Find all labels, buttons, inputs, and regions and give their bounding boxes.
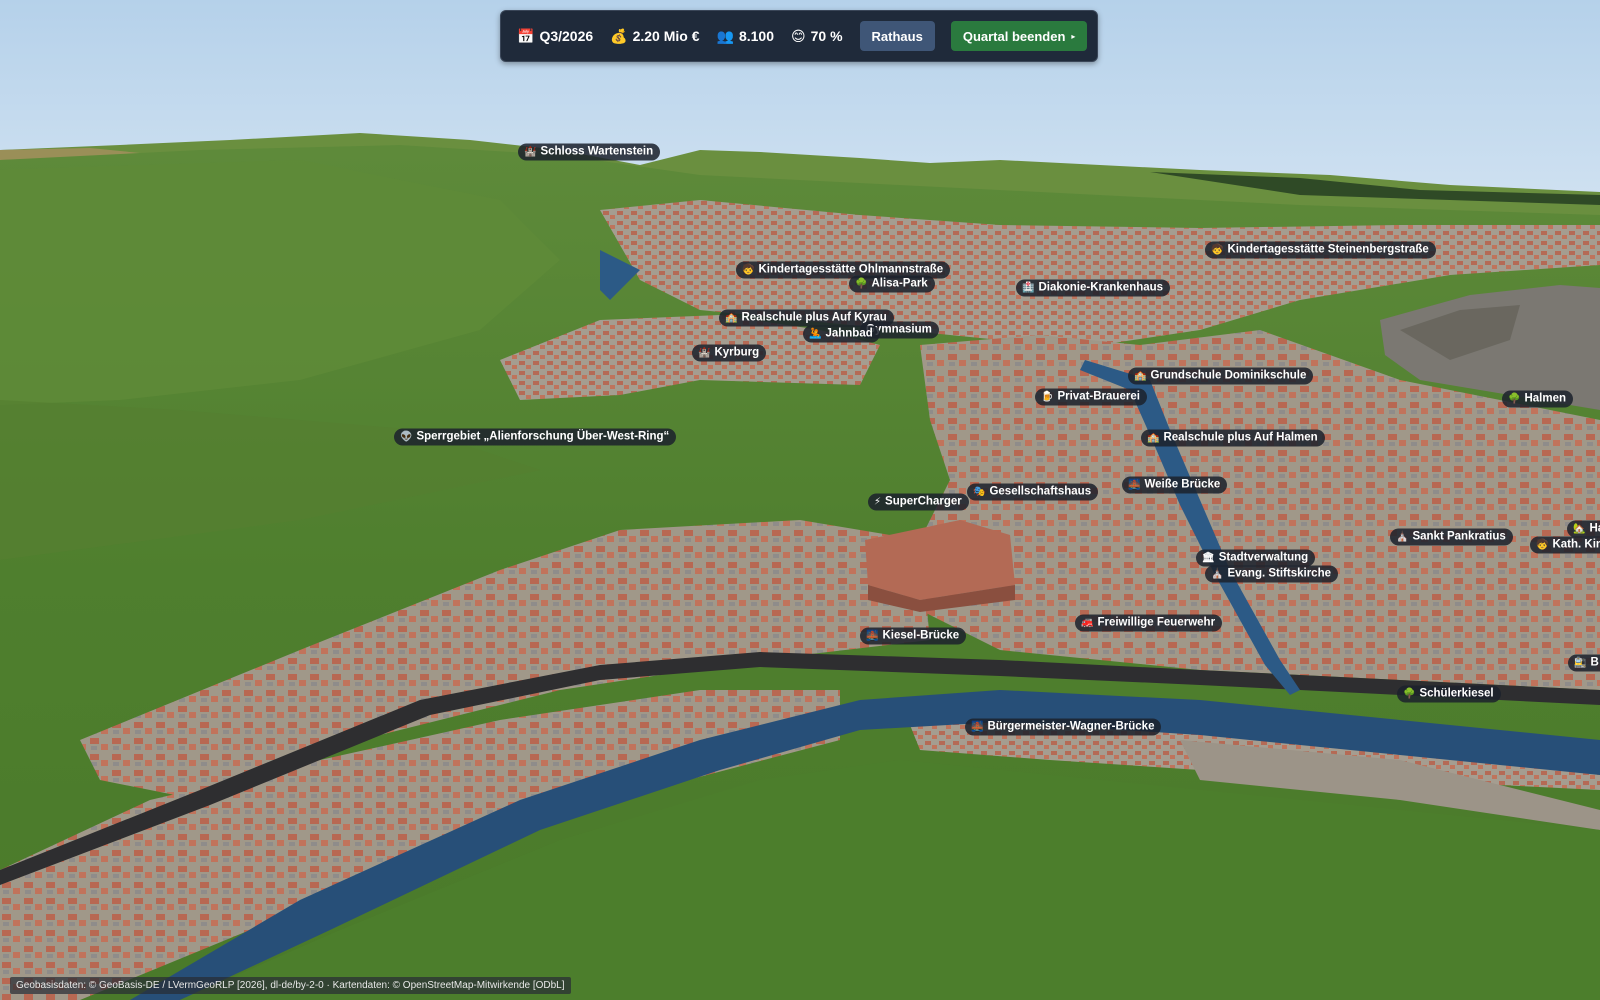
poi-schuelerkiesel[interactable]: 🌳 Schülerkiesel <box>1397 685 1501 703</box>
beer-icon: 🍺 <box>1041 391 1054 403</box>
poi-diakonie-krankenhaus[interactable]: 🏥 Diakonie-Krankenhaus <box>1016 279 1171 297</box>
house-icon: 🏡 <box>1573 523 1586 535</box>
bridge-icon: 🌉 <box>1128 479 1141 491</box>
chevron-right-icon: ▸ <box>1071 31 1076 41</box>
people-icon: 👥 <box>716 27 734 44</box>
poi-evang-stiftskirche[interactable]: ⛪ Evang. Stiftskirche <box>1205 565 1338 583</box>
lightning-icon: ⚡ <box>874 496 882 508</box>
poi-kiesel-bruecke[interactable]: 🌉 Kiesel-Brücke <box>860 627 967 645</box>
church-icon: ⛪ <box>1396 531 1409 543</box>
school-icon: 🏫 <box>725 312 738 324</box>
swimming-icon: 🤽 <box>809 328 822 340</box>
quarter-stat: 📅 Q3/2026 <box>517 28 593 45</box>
bridge-icon: 🌉 <box>866 630 879 642</box>
fire-truck-icon: 🚒 <box>1081 617 1094 629</box>
castle-icon: 🏰 <box>524 146 537 158</box>
satisfaction-stat: 😊 70 % <box>791 28 843 45</box>
tree-icon: 🌳 <box>855 278 868 290</box>
hospital-icon: 🏥 <box>1022 282 1035 294</box>
map-3d-scene[interactable] <box>0 0 1600 1000</box>
poi-realschule-halmen[interactable]: 🏫 Realschule plus Auf Halmen <box>1141 429 1325 447</box>
rathaus-button[interactable]: Rathaus <box>859 21 935 51</box>
money-bag-icon: 💰 <box>610 27 628 44</box>
poi-schloss-wartenstein[interactable]: 🏰 Schloss Wartenstein <box>518 143 661 161</box>
poi-kath-kin-partial[interactable]: 🧒 Kath. Kin <box>1530 536 1600 554</box>
castle-icon: 🏰 <box>698 347 711 359</box>
poi-weisse-bruecke[interactable]: 🌉 Weiße Brücke <box>1122 476 1228 494</box>
poi-supercharger[interactable]: ⚡ SuperCharger <box>868 493 969 511</box>
child-icon: 🧒 <box>1536 539 1549 551</box>
poi-grundschule-dominikschule[interactable]: 🏫 Grundschule Dominikschule <box>1128 367 1314 385</box>
poi-buergermeister-wagner-bruecke[interactable]: 🌉 Bürgermeister-Wagner-Brücke <box>965 718 1162 736</box>
poi-kyrburg[interactable]: 🏰 Kyrburg <box>692 344 767 362</box>
budget-stat: 💰 2.20 Mio € <box>610 28 699 45</box>
satisfaction-value: 70 % <box>810 28 843 44</box>
rathaus-button-label: Rathaus <box>871 28 923 44</box>
end-quarter-button[interactable]: Quartal beenden ▸ <box>950 21 1088 51</box>
alien-icon: 👽 <box>400 431 413 443</box>
poi-stadtverwaltung[interactable]: 🏛 Stadtverwaltung <box>1196 549 1316 567</box>
budget-value: 2.20 Mio € <box>632 28 700 44</box>
government-building-icon: 🏛 <box>1202 552 1215 564</box>
station-icon: 🚉 <box>1574 657 1587 669</box>
poi-sankt-pankratius[interactable]: ⛪ Sankt Pankratius <box>1390 528 1513 546</box>
smiley-icon: 😊 <box>791 27 806 44</box>
map-attribution: Geobasisdaten: © GeoBasis-DE / LVermGeoR… <box>10 977 571 994</box>
poi-kita-steinenbergstrasse[interactable]: 🧒 Kindertagesstätte Steinenbergstraße <box>1205 241 1436 259</box>
school-icon: 🏫 <box>1147 432 1160 444</box>
poi-b-partial[interactable]: 🚉 B <box>1568 654 1600 672</box>
church-icon: ⛪ <box>1211 568 1224 580</box>
poi-gesellschaftshaus[interactable]: 🎭 Gesellschaftshaus <box>967 483 1099 501</box>
end-quarter-button-label: Quartal beenden <box>962 28 1066 44</box>
poi-sperrgebiet[interactable]: 👽 Sperrgebiet „Alienforschung Über-West-R… <box>394 428 677 446</box>
poi-ha-partial[interactable]: 🏡Ha <box>1567 520 1600 538</box>
tree-icon: 🌳 <box>1508 393 1521 405</box>
poi-alisa-park[interactable]: 🌳 Alisa-Park <box>849 275 935 293</box>
school-icon: 🏫 <box>1134 370 1147 382</box>
tree-icon: 🌳 <box>1403 688 1416 700</box>
theater-icon: 🎭 <box>973 486 986 498</box>
bridge-icon: 🌉 <box>971 721 984 733</box>
top-status-bar: 📅 Q3/2026 💰 2.20 Mio € 👥 8.100 😊 70 % Ra… <box>500 10 1098 62</box>
child-icon: 🧒 <box>742 264 755 276</box>
poi-privat-brauerei[interactable]: 🍺 Privat-Brauerei <box>1035 388 1147 406</box>
calendar-icon: 📅 <box>517 27 535 44</box>
poi-jahnbad[interactable]: 🤽 Jahnbad <box>803 325 880 343</box>
population-value: 8.100 <box>738 28 774 44</box>
child-icon: 🧒 <box>1211 244 1224 256</box>
poi-freiwillige-feuerwehr[interactable]: 🚒 Freiwillige Feuerwehr <box>1075 614 1223 632</box>
quarter-value: Q3/2026 <box>539 28 594 44</box>
population-stat: 👥 8.100 <box>717 28 774 45</box>
poi-halmen[interactable]: 🌳 Halmen <box>1502 390 1573 408</box>
